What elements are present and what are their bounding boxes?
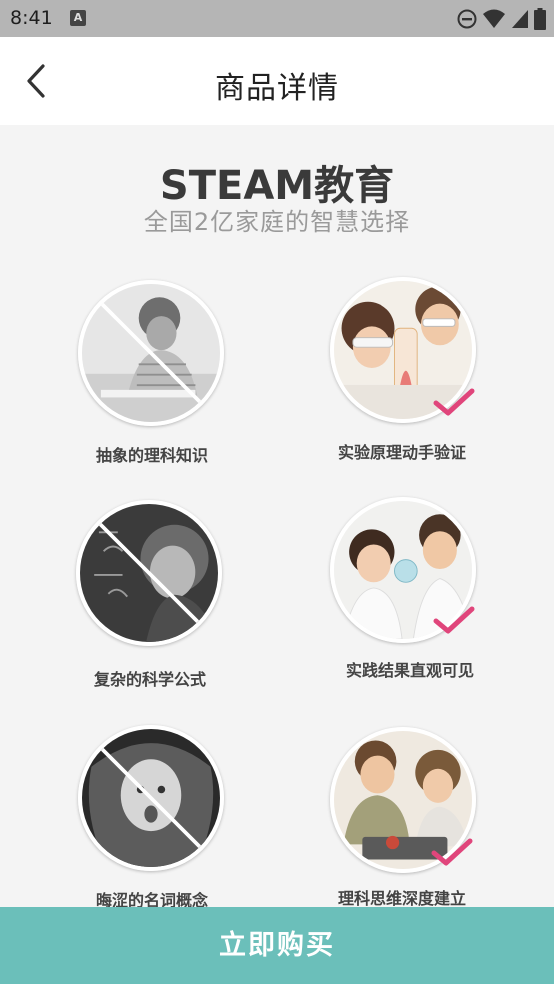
good-label: 实验原理动手验证: [337, 443, 466, 462]
signal-icon: [510, 8, 530, 30]
confused-girl-photo: [78, 725, 224, 871]
comparison-good-item: 实践结果直观可见: [290, 497, 530, 682]
product-detail-content[interactable]: STEAM教育 全国2亿家庭的智慧选择 抽象的理科知识 实验原理动手验证 复杂的…: [0, 125, 554, 907]
check-icon: [431, 838, 473, 866]
status-bar: 8:41 A: [0, 0, 554, 37]
comparison-bad-item: 抽象的理科知识: [32, 280, 272, 465]
chalkboard-girl-photo: [76, 500, 222, 646]
page-title: 商品详情: [215, 71, 339, 106]
bad-label: 抽象的理科知识: [95, 446, 208, 465]
hero-subtitle: 全国2亿家庭的智慧选择: [143, 208, 411, 236]
status-icons: [456, 7, 546, 31]
bad-label: 晦涩的名词概念: [95, 891, 208, 907]
nav-bar: 商品详情: [0, 37, 554, 125]
dnd-icon: [456, 8, 478, 30]
notification-icon: A: [70, 10, 86, 26]
comparison-bad-item: 晦涩的名词概念: [32, 725, 272, 907]
check-icon: [433, 388, 475, 416]
good-label: 实践结果直观可见: [345, 661, 474, 680]
buy-now-button[interactable]: 立即购买: [0, 907, 554, 984]
wifi-icon: [482, 8, 506, 30]
check-icon: [433, 606, 475, 634]
comparison-bad-item: 复杂的科学公式: [30, 500, 270, 689]
bad-label: 复杂的科学公式: [93, 670, 206, 689]
status-time: 8:41: [10, 7, 53, 29]
frustrated-boy-photo: [78, 280, 224, 426]
comparison-good-item: 理科思维深度建立: [282, 727, 522, 907]
comparison-good-item: 实验原理动手验证: [282, 277, 522, 462]
battery-icon: [534, 8, 546, 30]
good-label: 理科思维深度建立: [337, 889, 466, 907]
